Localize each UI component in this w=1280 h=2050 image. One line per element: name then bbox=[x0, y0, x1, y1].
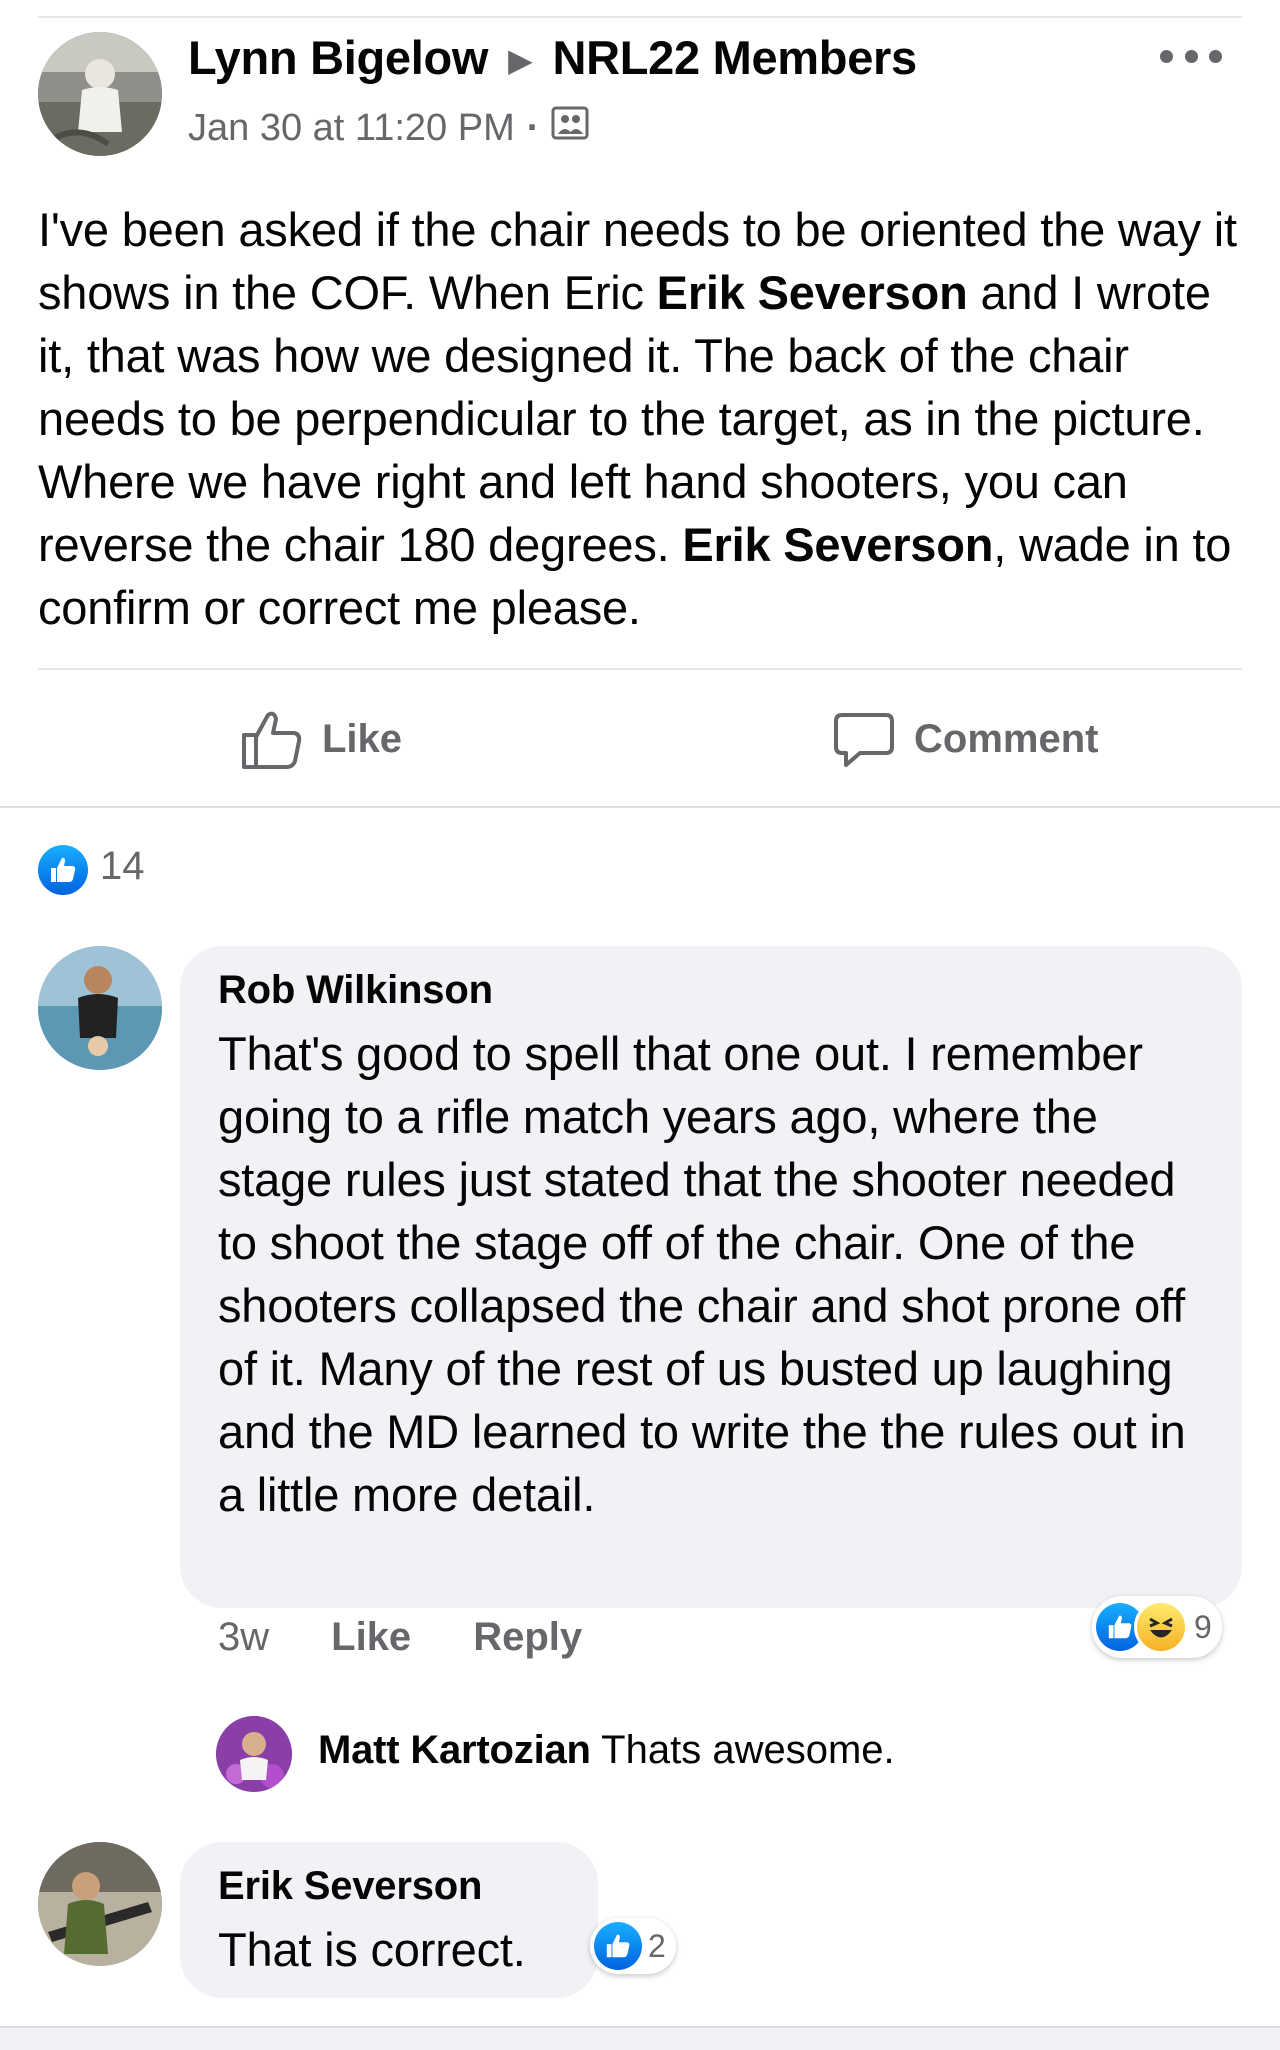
comment-like-button[interactable]: Like bbox=[331, 1615, 411, 1660]
like-reaction-icon bbox=[594, 1922, 642, 1970]
post-timestamp[interactable]: Jan 30 at 11:20 PM bbox=[188, 107, 515, 150]
comment-label: Comment bbox=[914, 716, 1099, 761]
commenter-avatar[interactable] bbox=[38, 1842, 162, 1966]
post-header-title: Lynn Bigelow ▶ NRL22 Members bbox=[188, 30, 917, 85]
comment-actions: 3w Like Reply bbox=[218, 1615, 644, 1660]
haha-reaction-icon bbox=[1134, 1600, 1188, 1654]
group-name[interactable]: NRL22 Members bbox=[552, 30, 917, 85]
mentioned-user-link[interactable]: Erik Severson bbox=[682, 518, 993, 571]
post-body-text: I've been asked if the chair needs to be… bbox=[38, 198, 1248, 639]
post-divider bbox=[38, 668, 1242, 670]
comment-button[interactable]: Comment bbox=[832, 704, 1098, 774]
post-meta: Jan 30 at 11:20 PM · bbox=[188, 106, 589, 150]
reply-text: Thats awesome. bbox=[601, 1728, 895, 1772]
like-reaction-icon[interactable] bbox=[38, 845, 88, 895]
comment-reaction-count: 2 bbox=[648, 1927, 666, 1964]
comment-time[interactable]: 3w bbox=[218, 1615, 269, 1660]
post-author-name[interactable]: Lynn Bigelow bbox=[188, 30, 488, 85]
like-label: Like bbox=[322, 716, 403, 761]
separator-dot: · bbox=[526, 106, 540, 149]
reply-author-avatar[interactable] bbox=[216, 1716, 292, 1792]
comment-reactions[interactable]: 2 bbox=[590, 1918, 676, 1974]
thumbs-up-icon bbox=[242, 711, 302, 769]
like-button[interactable]: Like bbox=[240, 704, 402, 774]
group-members-icon bbox=[551, 106, 589, 150]
top-divider bbox=[38, 16, 1242, 18]
commenter-avatar[interactable] bbox=[38, 946, 162, 1070]
more-options-icon[interactable] bbox=[1160, 36, 1222, 76]
comment-author[interactable]: Rob Wilkinson bbox=[218, 968, 493, 1013]
mentioned-user-link[interactable]: Erik Severson bbox=[657, 266, 968, 319]
comment-text: That's good to spell that one out. I rem… bbox=[218, 1027, 1186, 1521]
comment-reactions[interactable]: 9 bbox=[1092, 1596, 1222, 1658]
post-author-avatar[interactable] bbox=[38, 32, 162, 156]
bottom-bar bbox=[0, 2026, 1280, 2050]
comment-reaction-count: 9 bbox=[1194, 1608, 1212, 1645]
reply-line: Matt Kartozian Thats awesome. bbox=[318, 1728, 895, 1773]
caret-right-icon: ▶ bbox=[508, 41, 533, 78]
section-divider bbox=[0, 806, 1280, 808]
comment-reply-button[interactable]: Reply bbox=[473, 1615, 582, 1660]
comment-author[interactable]: Erik Severson bbox=[218, 1864, 482, 1909]
comment-text: That is correct. bbox=[218, 1923, 526, 1976]
reply-author[interactable]: Matt Kartozian bbox=[318, 1728, 591, 1772]
comment-bubble-icon bbox=[834, 713, 894, 767]
reaction-count[interactable]: 14 bbox=[100, 844, 145, 889]
